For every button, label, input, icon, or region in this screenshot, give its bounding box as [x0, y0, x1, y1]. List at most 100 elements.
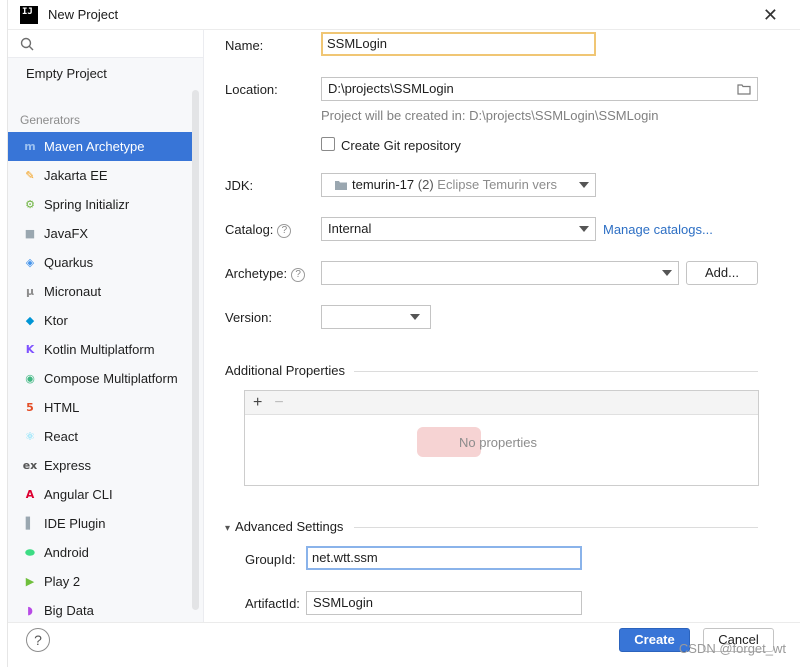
archetype-select[interactable] — [321, 261, 679, 285]
sidebar-item-maven-archetype[interactable]: m Maven Archetype — [8, 132, 193, 161]
sidebar-item-label: Express — [44, 458, 91, 473]
generators-heading: Generators — [20, 113, 81, 127]
sidebar-item-ide-plugin[interactable]: ▌ IDE Plugin — [8, 509, 203, 538]
sidebar-item-jakarta-ee[interactable]: ✎ Jakarta EE — [8, 161, 203, 190]
folder-browse-icon[interactable] — [737, 83, 751, 95]
sidebar-item-label: Angular CLI — [44, 487, 113, 502]
sidebar-item-empty-project[interactable]: Empty Project — [8, 60, 203, 88]
artifactid-label: ArtifactId: — [245, 596, 300, 611]
chevron-down-icon — [662, 270, 672, 276]
sidebar-item-react[interactable]: ⚛ React — [8, 422, 203, 451]
catalog-label: Catalog:? — [225, 222, 292, 238]
kotlin-icon: K — [25, 343, 35, 356]
sidebar-search[interactable] — [8, 30, 203, 58]
jdk-select[interactable]: temurin-17 (2) Eclipse Temurin version — [321, 173, 596, 197]
angular-icon: A — [25, 488, 35, 501]
sidebar-item-ktor[interactable]: ◆ Ktor — [8, 306, 203, 335]
compose-icon: ◉ — [25, 372, 35, 385]
sidebar-item-micronaut[interactable]: μ Micronaut — [8, 277, 203, 306]
add-archetype-button[interactable]: Add... — [686, 261, 758, 285]
version-select[interactable] — [321, 305, 431, 329]
properties-table: + − No properties — [244, 390, 759, 486]
empty-state: No properties — [417, 427, 537, 457]
help-icon[interactable]: ? — [277, 223, 292, 238]
background-window-edge — [0, 0, 8, 667]
html5-icon: 5 — [26, 401, 34, 414]
manage-catalogs-link[interactable]: Manage catalogs... — [603, 222, 713, 237]
sidebar-item-angular-cli[interactable]: A Angular CLI — [8, 480, 203, 509]
micronaut-icon: μ — [25, 285, 35, 298]
archetype-label: Archetype:? — [225, 266, 306, 282]
window-title: New Project — [48, 7, 119, 22]
sidebar-item-label: Compose Multiplatform — [44, 371, 178, 386]
sidebar-item-label: IDE Plugin — [44, 516, 106, 531]
sidebar-item-label: JavaFX — [44, 226, 89, 241]
location-hint: Project will be created in: D:\projects\… — [321, 108, 659, 123]
bigdata-icon: ◗ — [27, 604, 33, 617]
sidebar-item-label: Ktor — [44, 313, 68, 328]
name-field[interactable]: SSMLogin — [321, 32, 596, 56]
ktor-icon: ◆ — [25, 314, 35, 327]
sidebar-item-kotlin-multiplatform[interactable]: K Kotlin Multiplatform — [8, 335, 203, 364]
add-property-icon[interactable]: + — [253, 394, 262, 412]
catalog-select[interactable]: Internal — [321, 217, 596, 241]
chevron-down-icon: ▾ — [225, 523, 231, 534]
section-divider — [354, 371, 758, 372]
remove-property-icon[interactable]: − — [274, 394, 283, 412]
play-icon: ▶ — [25, 575, 35, 588]
help-button[interactable]: ? — [26, 628, 50, 652]
maven-icon: m — [24, 140, 36, 153]
intellij-logo-icon: IJ — [20, 5, 38, 24]
chevron-down-icon — [579, 226, 589, 232]
artifactid-field[interactable]: SSMLogin — [306, 591, 582, 615]
advanced-settings-toggle[interactable]: ▾ Advanced Settings — [225, 519, 343, 534]
sidebar-item-big-data[interactable]: ◗ Big Data — [8, 596, 203, 622]
location-label: Location: — [225, 82, 278, 97]
sidebar-item-label: Play 2 — [44, 574, 81, 589]
location-field[interactable]: D:\projects\SSMLogin — [321, 77, 758, 101]
sidebar-item-label: React — [44, 429, 78, 444]
sidebar-item-label: Android — [44, 545, 89, 560]
android-icon: ⬬ — [25, 545, 35, 559]
sidebar-item-label: Maven Archetype — [44, 139, 145, 154]
sidebar-item-compose-multiplatform[interactable]: ◉ Compose Multiplatform — [8, 364, 203, 393]
git-label: Create Git repository — [341, 138, 461, 153]
catalog-value: Internal — [328, 221, 372, 236]
sidebar-item-label: Quarkus — [44, 255, 94, 270]
name-label: Name: — [225, 38, 264, 53]
sidebar-item-html[interactable]: 5 HTML — [8, 393, 203, 422]
project-form: Name: SSMLogin Location: D:\projects\SSM… — [204, 30, 800, 622]
generator-sidebar: Empty Project Generators m Maven Archetyp… — [8, 30, 204, 622]
version-label: Version: — [225, 310, 272, 325]
footer-divider — [8, 622, 800, 623]
sidebar-item-javafx[interactable]: ■ JavaFX — [8, 219, 203, 248]
plugin-icon: ▌ — [25, 517, 35, 530]
quarkus-icon: ◈ — [25, 256, 35, 269]
sidebar-item-android[interactable]: ⬬ Android — [8, 538, 203, 567]
sidebar-item-label: Jakarta EE — [44, 168, 108, 183]
sidebar-item-label: Kotlin Multiplatform — [44, 342, 155, 357]
help-icon[interactable]: ? — [291, 267, 306, 282]
jdk-folder-icon — [335, 181, 347, 190]
search-icon — [20, 37, 34, 50]
close-icon[interactable]: ✕ — [763, 6, 778, 24]
git-checkbox[interactable] — [321, 137, 335, 151]
sidebar-item-label: HTML — [44, 400, 80, 415]
sidebar-item-express[interactable]: ex Express — [8, 451, 203, 480]
chevron-down-icon — [579, 182, 589, 188]
title-bar: IJ New Project ✕ — [8, 0, 800, 30]
sidebar-item-label: Micronaut — [44, 284, 102, 299]
watermark: CSDN @forget_wt — [678, 641, 786, 656]
jdk-name: temurin-17 — [352, 177, 415, 192]
groupid-label: GroupId: — [245, 552, 296, 567]
sidebar-item-spring-initializr[interactable]: ⚙ Spring Initializr — [8, 190, 203, 219]
sidebar-scrollbar[interactable] — [192, 90, 199, 610]
folder-icon: ■ — [24, 227, 36, 240]
groupid-field[interactable]: net.wtt.ssm — [306, 546, 582, 570]
sidebar-item-play-2[interactable]: ▶ Play 2 — [8, 567, 203, 596]
sidebar-item-quarkus[interactable]: ◈ Quarkus — [8, 248, 203, 277]
jdk-vendor: Eclipse Temurin version — [437, 177, 575, 192]
jakarta-icon: ✎ — [25, 169, 35, 182]
jdk-label: JDK: — [225, 178, 254, 193]
express-icon: ex — [22, 459, 38, 472]
